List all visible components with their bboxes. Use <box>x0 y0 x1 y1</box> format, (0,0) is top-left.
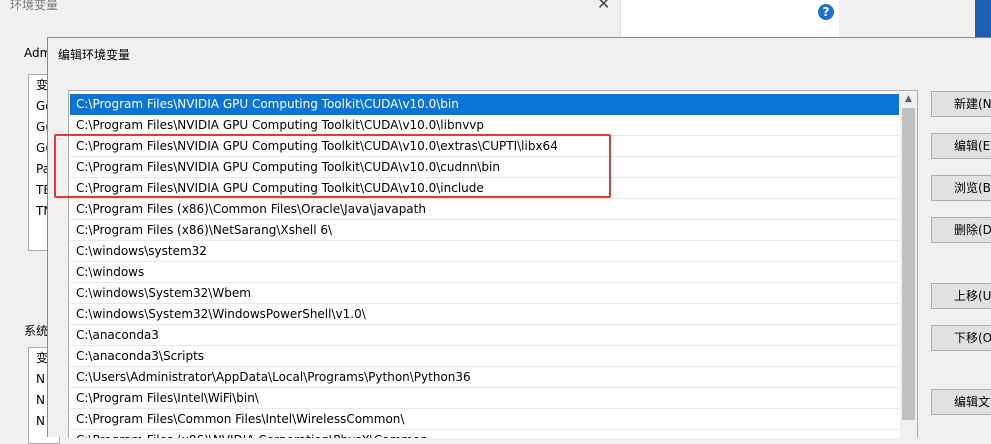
path-list-item[interactable]: C:\windows\system32 <box>70 241 899 262</box>
path-list-item[interactable]: C:\Users\Administrator\AppData\Local\Pro… <box>70 367 899 388</box>
path-rows: C:\Program Files\NVIDIA GPU Computing To… <box>70 94 899 438</box>
path-list-item[interactable]: C:\Program Files\NVIDIA GPU Computing To… <box>70 94 899 115</box>
path-list-item[interactable]: C:\Program Files (x86)\NetSarang\Xshell … <box>70 220 899 241</box>
help-icon[interactable]: ? <box>818 4 834 20</box>
path-list[interactable]: C:\Program Files\NVIDIA GPU Computing To… <box>68 90 918 438</box>
path-list-item[interactable]: C:\anaconda3\Scripts <box>70 346 899 367</box>
path-list-item[interactable]: C:\Program Files\Common Files\Intel\Wire… <box>70 409 899 430</box>
edit-button[interactable]: 编辑(E <box>931 133 991 159</box>
delete-button[interactable]: 删除(D <box>931 217 991 243</box>
browse-button[interactable]: 浏览(B)... <box>931 175 991 201</box>
path-list-item[interactable]: C:\anaconda3 <box>70 325 899 346</box>
scroll-up-icon[interactable]: ▲ <box>900 91 917 108</box>
path-list-item[interactable]: C:\Program Files\NVIDIA GPU Computing To… <box>70 157 899 178</box>
path-list-item[interactable]: C:\Program Files\NVIDIA GPU Computing To… <box>70 178 899 199</box>
env-vars-window-title: 环境变量 <box>10 0 59 12</box>
path-list-item[interactable]: C:\windows <box>70 262 899 283</box>
dialog-title: 编辑环境变量 <box>58 48 131 62</box>
path-list-item[interactable]: C:\Program Files\NVIDIA GPU Computing To… <box>70 136 899 157</box>
path-list-item[interactable]: C:\Program Files (x86)\NVIDIA Corporatio… <box>70 430 899 438</box>
move-up-button[interactable]: 上移(U <box>931 283 991 309</box>
edit-env-var-dialog: 编辑环境变量 C:\Program Files\NVIDIA GPU Compu… <box>47 37 991 438</box>
close-icon[interactable]: ✕ <box>597 0 610 13</box>
path-list-item[interactable]: C:\windows\System32\WindowsPowerShell\v1… <box>70 304 899 325</box>
vertical-scrollbar[interactable]: ▲ <box>900 91 917 438</box>
edit-text-button[interactable]: 编辑文本(T)... <box>931 389 991 415</box>
scroll-thumb[interactable] <box>902 108 915 420</box>
background-window-strip <box>620 0 839 39</box>
path-list-item[interactable]: C:\Program Files\Intel\WiFi\bin\ <box>70 388 899 409</box>
path-list-item[interactable]: C:\windows\System32\Wbem <box>70 283 899 304</box>
move-down-button[interactable]: 下移(O <box>931 325 991 351</box>
path-list-item[interactable]: C:\Program Files (x86)\Common Files\Orac… <box>70 199 899 220</box>
path-list-item[interactable]: C:\Program Files\NVIDIA GPU Computing To… <box>70 115 899 136</box>
new-button[interactable]: 新建(N <box>931 91 991 117</box>
system-vars-label: 系统 <box>24 324 49 338</box>
